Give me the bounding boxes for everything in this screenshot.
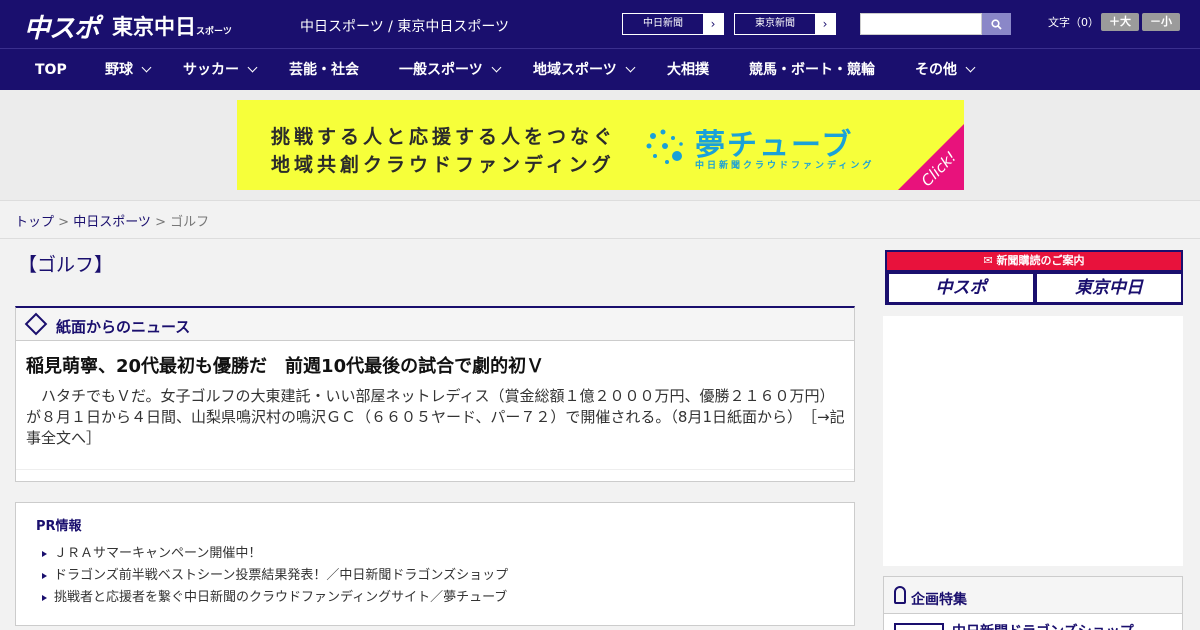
font-size-label: 文字（0） xyxy=(1048,16,1099,29)
newspaper-icon xyxy=(24,312,48,336)
chevron-down-icon xyxy=(491,62,502,73)
banner-line1: 挑戦する人と応援する人をつなぐ xyxy=(271,126,617,148)
font-smaller-button[interactable]: －小 xyxy=(1142,13,1180,31)
nav-item-other[interactable]: その他 xyxy=(915,49,976,91)
tokyo-logo-text: 東京中日 xyxy=(112,15,196,39)
pr-item-text: ドラゴンズ前半戦ベストシーン投票結果発表！／中日新聞ドラゴンズショップ xyxy=(54,568,509,583)
subscribe-chuspo-button[interactable]: 中スポ xyxy=(889,274,1033,302)
ad-slot[interactable] xyxy=(883,316,1183,566)
news-section-title: 紙面からのニュース xyxy=(56,318,191,336)
subscribe-tokyo-button[interactable]: 東京中日 xyxy=(1037,274,1181,302)
nav-label: サッカー xyxy=(183,62,239,78)
triangle-right-icon xyxy=(42,573,47,579)
nav-label: TOP xyxy=(35,62,67,78)
newspaper-icon: ✉ xyxy=(983,254,997,267)
chevron-right-icon: › xyxy=(703,14,723,34)
nav-label: 野球 xyxy=(105,62,133,78)
special-feature-item[interactable]: 中日新聞ドラゴンズショップ xyxy=(894,621,1174,630)
news-section: 紙面からのニュース 稲見萌寧、20代最初も優勝だ 前週10代最後の試合で劇的初Ｖ… xyxy=(15,306,855,482)
tokyo-shimbun-label: 東京新聞 xyxy=(755,18,795,29)
nav-item-sumo[interactable]: 大相撲 xyxy=(667,49,709,91)
pr-item[interactable]: 挑戦者と応援者を繋ぐ中日新聞のクラウドファンディングサイト／夢チューブ xyxy=(40,587,508,609)
subscription-header: ✉ 新聞購読のご案内 xyxy=(887,252,1181,270)
nav-item-soccer[interactable]: サッカー xyxy=(183,49,258,91)
nav-item-racing[interactable]: 競馬・ボート・競輪 xyxy=(749,49,875,91)
tokyo-chunichi-logo[interactable]: 東京中日スポーツ xyxy=(112,11,232,41)
subscription-box: ✉ 新聞購読のご案内 中スポ 東京中日 xyxy=(885,250,1183,305)
triangle-right-icon xyxy=(42,551,47,557)
subscription-title: 新聞購読のご案内 xyxy=(996,254,1085,267)
chunichi-shimbun-button[interactable]: 中日新聞 › xyxy=(622,13,724,35)
special-feature-header: 企画特集 xyxy=(884,577,1182,614)
yume-tube-banner[interactable]: 挑戦する人と応援する人をつなぐ 地域共創クラウドファンディング 夢チューブ 中日… xyxy=(237,100,964,190)
header-bar: 中スポ 東京中日スポーツ 中日スポーツ / 東京中日スポーツ 中日新聞 › 東京… xyxy=(0,0,1200,48)
chuspo-logo[interactable]: 中スポ xyxy=(24,8,100,45)
chevron-down-icon xyxy=(965,62,976,73)
nav-label: 大相撲 xyxy=(667,62,709,78)
breadcrumb-sep: > xyxy=(54,215,74,230)
banner-brand-sub: 中日新聞クラウドファンディング xyxy=(695,161,875,171)
site-names: 中日スポーツ / 東京中日スポーツ xyxy=(300,19,510,35)
dots-logo-icon xyxy=(646,129,683,164)
nav-item-regional-sports[interactable]: 地域スポーツ xyxy=(533,49,636,91)
news-footer xyxy=(16,469,854,481)
pr-section-title: PR情報 xyxy=(36,519,82,534)
chunichi-shimbun-label: 中日新聞 xyxy=(643,18,683,29)
search-icon xyxy=(991,18,1002,30)
breadcrumb-current: ゴルフ xyxy=(170,215,210,230)
triangle-right-icon xyxy=(42,595,47,601)
nav-item-top[interactable]: TOP xyxy=(35,49,67,91)
search-button[interactable] xyxy=(982,13,1011,35)
pr-item-text: 挑戦者と応援者を繋ぐ中日新聞のクラウドファンディングサイト／夢チューブ xyxy=(54,590,508,605)
breadcrumb-site-link[interactable]: 中日スポーツ xyxy=(73,215,151,230)
chevron-right-icon: › xyxy=(815,14,835,34)
special-feature-thumbnail xyxy=(894,623,944,630)
pr-item[interactable]: ドラゴンズ前半戦ベストシーン投票結果発表！／中日新聞ドラゴンズショップ xyxy=(40,565,508,587)
breadcrumb-top-link[interactable]: トップ xyxy=(15,215,54,230)
special-feature-title: 企画特集 xyxy=(911,592,967,608)
pr-list: ＪＲＡサマーキャンペーン開催中！ ドラゴンズ前半戦ベストシーン投票結果発表！／中… xyxy=(40,543,508,609)
nav-label: 地域スポーツ xyxy=(533,62,617,78)
pr-section: PR情報 ＪＲＡサマーキャンペーン開催中！ ドラゴンズ前半戦ベストシーン投票結果… xyxy=(15,502,855,626)
breadcrumb-bar: トップ > 中日スポーツ > ゴルフ xyxy=(0,200,1200,239)
special-feature-item-text: 中日新聞ドラゴンズショップ xyxy=(952,621,1134,630)
banner-line2: 地域共創クラウドファンディング xyxy=(271,154,615,176)
nav-item-general-sports[interactable]: 一般スポーツ xyxy=(399,49,502,91)
chevron-down-icon xyxy=(141,62,152,73)
news-section-header: 紙面からのニュース xyxy=(16,308,854,341)
special-feature-box: 企画特集 中日新聞ドラゴンズショップ xyxy=(883,576,1183,630)
banner-area: 挑戦する人と応援する人をつなぐ 地域共創クラウドファンディング 夢チューブ 中日… xyxy=(0,90,1200,200)
nav-label: その他 xyxy=(915,62,957,78)
news-body: ハタチでもＶだ。女子ゴルフの大東建託・いい部屋ネットレディス（賞金総額１億２００… xyxy=(26,386,846,449)
pr-item-text: ＪＲＡサマーキャンペーン開催中！ xyxy=(54,546,262,561)
ribbon-icon xyxy=(894,586,906,604)
nav-item-baseball[interactable]: 野球 xyxy=(105,49,152,91)
nav-label: 一般スポーツ xyxy=(399,62,483,78)
news-headline[interactable]: 稲見萌寧、20代最初も優勝だ 前週10代最後の試合で劇的初Ｖ xyxy=(26,352,544,378)
font-bigger-button[interactable]: ＋大 xyxy=(1101,13,1139,31)
news-body-text: ハタチでもＶだ。女子ゴルフの大東建託・いい部屋ネットレディス（賞金総額１億２００… xyxy=(26,387,835,426)
tokyo-shimbun-button[interactable]: 東京新聞 › xyxy=(734,13,836,35)
chevron-down-icon xyxy=(625,62,636,73)
search-input[interactable] xyxy=(860,13,982,35)
nav-label: 競馬・ボート・競輪 xyxy=(749,62,875,78)
nav-item-entertainment[interactable]: 芸能・社会 xyxy=(289,49,359,91)
main-nav: TOP 野球 サッカー 芸能・社会 一般スポーツ 地域スポーツ 大相撲 競馬・ボ… xyxy=(0,48,1200,90)
nav-label: 芸能・社会 xyxy=(289,62,359,78)
tokyo-logo-small: スポーツ xyxy=(196,27,232,37)
chevron-down-icon xyxy=(247,62,258,73)
page-title: 【ゴルフ】 xyxy=(18,254,114,276)
breadcrumb: トップ > 中日スポーツ > ゴルフ xyxy=(15,211,209,230)
pr-item[interactable]: ＪＲＡサマーキャンペーン開催中！ xyxy=(40,543,508,565)
breadcrumb-sep: > xyxy=(150,215,171,230)
